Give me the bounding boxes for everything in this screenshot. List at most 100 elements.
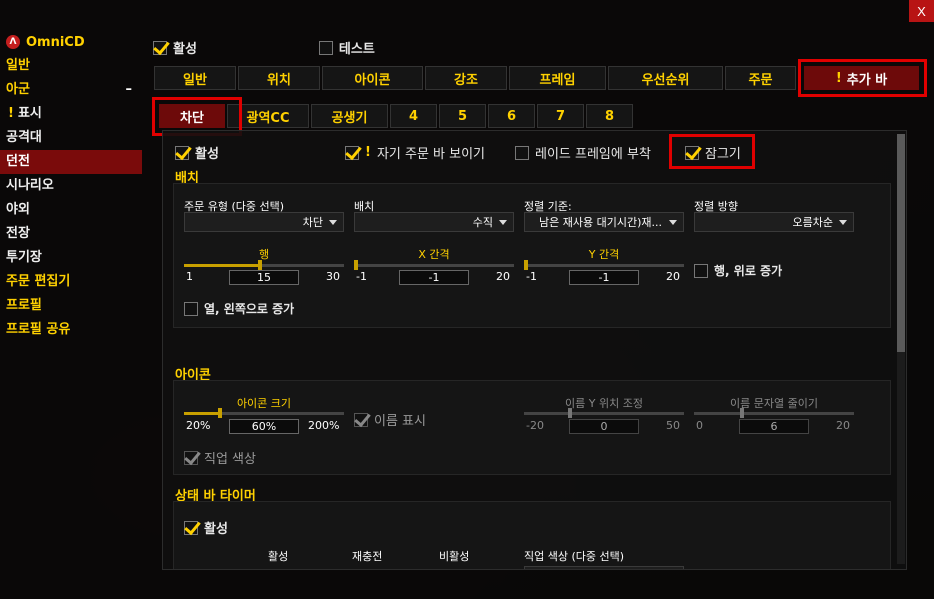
rows-value-input[interactable]: 15 [229,270,299,285]
x-spacing-value-input[interactable]: -1 [399,270,469,285]
warning-icon: ! [835,70,842,86]
bar-enable-label: 활성 [195,147,219,162]
main-panel: 활성 테스트 일반 위치 아이콘 강조 프레임 우선순위 주문 ! 추가 바 차단… [142,30,934,599]
sidebar-item-profile-share[interactable]: 프로필 공유 [0,318,142,342]
tab-highlight[interactable]: 강조 [425,66,507,90]
y-spacing-value-input[interactable]: -1 [569,270,639,285]
sidebar-item-label: 프로필 공유 [6,322,71,337]
show-name-label: 이름 표시 [374,414,426,429]
spell-type-dropdown[interactable]: 차단 [184,212,344,232]
name-inactive-color-swatch[interactable] [439,569,463,570]
bar-enable-checkbox[interactable]: 활성 [175,143,219,162]
options-window: X Λ OmniCD 일반 아군 – ! 표시 공격대 던전 시나리오 야외 전장 … [0,0,934,599]
sidebar-item-raid[interactable]: 공격대 [0,126,142,150]
attach-raid-frame-label: 레이드 프레임에 부착 [535,147,651,162]
rows-grow-up-checkbox[interactable]: 행, 위로 증가 [694,262,782,279]
collapse-icon[interactable]: – [126,78,133,102]
tab-icons[interactable]: 아이콘 [322,66,423,90]
name-truncate-value-input[interactable]: 6 [739,419,809,434]
sub-tabs: 차단 광역CC 공생기 4 5 6 7 8 [159,104,635,128]
tab-label: 위치 [267,72,291,88]
checkbox-icon [345,145,359,160]
show-own-spell-bar-checkbox[interactable]: ! 자기 주문 바 보이기 [345,143,485,162]
sidebar-item-profiles[interactable]: 프로필 [0,294,142,318]
sidebar-item-battleground[interactable]: 전장 [0,222,142,246]
tab-bar-8[interactable]: 8 [586,104,633,128]
tab-label: 우선순위 [641,72,690,88]
icon-group: 아이콘 크기 20% 60% 200% 이름 표시 이름 Y 위치 조정 -20… [173,380,891,475]
icon-size-slider-thumb[interactable] [218,408,222,418]
icon-size-slider-fill [184,412,220,415]
icon-size-slider-track[interactable] [220,412,344,415]
sidebar-item-spell-editor[interactable]: 주문 편집기 [0,270,142,294]
attach-raid-frame-checkbox[interactable]: 레이드 프레임에 부착 [515,143,651,162]
name-y-offset-value-input[interactable]: 0 [569,419,639,434]
close-button[interactable]: X [909,0,934,22]
name-y-offset-slider-thumb[interactable] [568,408,572,418]
x-spacing-slider-thumb[interactable] [354,260,358,270]
col-active-label: 활성 [268,550,289,563]
enable-checkbox[interactable]: 활성 [153,38,197,57]
cols-grow-left-checkbox[interactable]: 열, 왼쪽으로 증가 [184,300,294,317]
tab-label: 4 [408,108,419,124]
sidebar-nav: Λ OmniCD 일반 아군 – ! 표시 공격대 던전 시나리오 야외 전장 투기… [0,30,142,342]
name-recharge-color-swatch[interactable] [354,569,378,570]
name-truncate-slider-track[interactable] [694,412,854,415]
rows-slider-label: 행 [258,248,270,261]
tab-aoe-cc[interactable]: 광역CC [227,104,309,128]
sidebar-item-general[interactable]: 일반 [0,54,142,78]
show-name-checkbox[interactable]: 이름 표시 [354,410,426,429]
sidebar-item-scenario[interactable]: 시나리오 [0,174,142,198]
name-truncate-slider-thumb[interactable] [740,408,744,418]
tab-spells[interactable]: 주문 [725,66,796,90]
class-color-dropdown[interactable] [524,566,684,569]
tab-priority[interactable]: 우선순위 [608,66,723,90]
sort-direction-dropdown[interactable]: 오름차순 [694,212,854,232]
test-checkbox[interactable]: 테스트 [318,38,375,57]
sidebar-item-party[interactable]: 아군 – [0,78,142,102]
rows-min: 1 [186,270,193,283]
tab-position[interactable]: 위치 [238,66,320,90]
tab-bar-4[interactable]: 4 [390,104,437,128]
tab-extra-bars[interactable]: ! 추가 바 [804,66,919,90]
name-y-offset-min: -20 [526,419,544,432]
scrollbar-thumb[interactable] [897,134,905,352]
addon-name: OmniCD [26,34,85,50]
tab-bar-7[interactable]: 7 [537,104,584,128]
sidebar-item-world[interactable]: 야외 [0,198,142,222]
sort-by-dropdown[interactable]: 남은 재사용 대기시간)재... [524,212,684,232]
checkbox-icon [354,412,368,427]
tab-bar-6[interactable]: 6 [488,104,535,128]
tab-defensive[interactable]: 공생기 [311,104,388,128]
layout-group: 주문 유형 (다중 선택) 차단 배치 수직 정렬 기준: 남은 재사용 대기시… [173,183,891,328]
tab-interrupt[interactable]: 차단 [159,104,225,128]
y-spacing-slider-thumb[interactable] [524,260,528,270]
rows-slider-thumb[interactable] [258,260,262,270]
name-active-color-swatch[interactable] [268,569,292,570]
sidebar-item-label: 표시 [17,106,42,121]
tab-label: 광역CC [246,110,290,126]
status-bar-enable-checkbox[interactable]: 활성 [184,518,228,537]
tab-frame[interactable]: 프레임 [509,66,606,90]
class-color-checkbox[interactable]: 직업 색상 [184,448,256,467]
settings-content: 활성 ! 자기 주문 바 보이기 레이드 프레임에 부착 잠그기 배치 주문 유… [162,130,907,570]
lock-checkbox[interactable]: 잠그기 [685,143,741,162]
name-y-offset-slider-track[interactable] [524,412,684,415]
rows-slider-track[interactable] [260,264,344,267]
x-spacing-slider-track[interactable] [354,264,514,267]
tab-general[interactable]: 일반 [154,66,236,90]
sidebar-item-label: 주문 편집기 [6,274,71,289]
y-spacing-slider-track[interactable] [524,264,684,267]
tab-label: 5 [457,108,468,124]
tab-bar-5[interactable]: 5 [439,104,486,128]
icon-size-value-input[interactable]: 60% [229,419,299,434]
content-scrollbar[interactable] [897,134,905,564]
sidebar-item-display[interactable]: ! 표시 [0,102,142,126]
sidebar-item-arena[interactable]: 투기장 [0,246,142,270]
checkbox-icon [184,450,198,465]
sidebar-item-omnicd[interactable]: Λ OmniCD [0,30,142,54]
col-recharge-label: 재충전 [352,550,383,563]
sidebar-item-dungeon[interactable]: 던전 [0,150,142,174]
layout-dropdown[interactable]: 수직 [354,212,514,232]
x-spacing-max: 20 [496,270,510,283]
